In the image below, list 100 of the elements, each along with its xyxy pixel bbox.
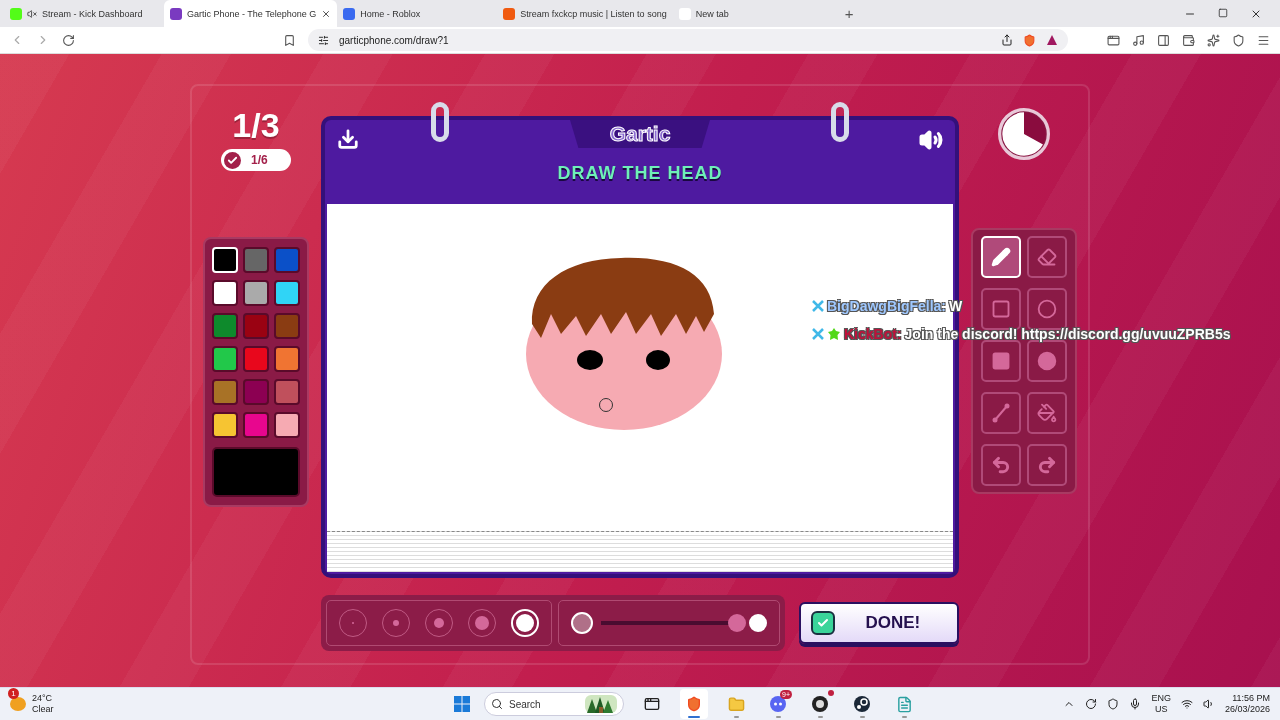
notepad-icon xyxy=(895,695,913,713)
volume-icon[interactable] xyxy=(919,128,943,152)
drawing-prompt: DRAW THE HEAD xyxy=(557,163,723,184)
paint-bucket-icon xyxy=(1037,403,1057,423)
microphone-icon[interactable] xyxy=(1129,698,1142,710)
browser-tab[interactable]: New tab xyxy=(672,0,833,27)
start-icon[interactable] xyxy=(454,696,470,712)
square-icon xyxy=(991,299,1011,319)
triangle-icon[interactable] xyxy=(1046,34,1058,46)
music-icon[interactable] xyxy=(1132,33,1145,47)
color-swatch[interactable] xyxy=(274,247,300,273)
line-icon xyxy=(991,403,1011,423)
volume-icon[interactable] xyxy=(1202,698,1215,710)
color-swatch[interactable] xyxy=(243,346,269,372)
clock-time[interactable]: 11:56 PM xyxy=(1232,693,1270,704)
record-app-icon xyxy=(811,695,829,713)
tool-button[interactable] xyxy=(981,340,1021,382)
tool-button[interactable] xyxy=(1027,392,1067,434)
close-icon[interactable] xyxy=(321,8,332,19)
color-swatch[interactable] xyxy=(274,379,300,405)
done-count: 1/6 xyxy=(251,153,268,167)
security-icon[interactable] xyxy=(1107,698,1120,710)
sword-icon xyxy=(812,328,824,340)
sidebar-icon[interactable] xyxy=(1157,33,1170,47)
tool-button[interactable] xyxy=(1027,444,1067,486)
color-swatch[interactable] xyxy=(212,379,238,405)
pencil-icon xyxy=(991,247,1011,267)
color-swatch[interactable] xyxy=(212,412,238,438)
color-swatch[interactable] xyxy=(243,412,269,438)
chat-username: KickBot: xyxy=(844,326,902,342)
color-swatch[interactable] xyxy=(243,379,269,405)
sparkles-icon[interactable] xyxy=(1207,33,1220,47)
site-icon xyxy=(343,7,356,20)
color-swatch[interactable] xyxy=(243,280,269,306)
check-icon xyxy=(811,611,836,635)
timer-icon xyxy=(998,108,1050,160)
color-swatch[interactable] xyxy=(274,313,300,339)
weather-condition: Clear xyxy=(32,704,54,715)
taskbar-search[interactable]: Search xyxy=(484,692,624,716)
sword-icon xyxy=(812,300,824,312)
reload-icon[interactable] xyxy=(62,33,75,47)
binder-ring xyxy=(431,102,449,142)
chat-username: BigDawgBigFella: xyxy=(827,298,946,314)
chat-text: W xyxy=(949,298,963,314)
done-button[interactable]: DONE! xyxy=(799,602,959,644)
tool-button[interactable] xyxy=(1027,236,1067,278)
temperature: 24°C xyxy=(32,693,53,704)
clock-date[interactable]: 26/03/2026 xyxy=(1224,704,1270,715)
browser-tab[interactable]: Stream - Kick Dashboard xyxy=(4,0,164,27)
binder-ring xyxy=(831,102,849,142)
browser-tab[interactable]: Stream fxckcp music | Listen to song xyxy=(497,0,673,27)
undo-icon xyxy=(991,455,1011,475)
color-swatch[interactable] xyxy=(212,346,238,372)
color-swatch[interactable] xyxy=(274,346,300,372)
filled-square-icon xyxy=(991,351,1011,371)
color-swatch[interactable] xyxy=(243,247,269,273)
search-icon xyxy=(491,698,503,710)
lion-shield-icon xyxy=(686,696,702,712)
low-opacity-icon xyxy=(571,612,593,634)
tool-button[interactable] xyxy=(981,444,1021,486)
tab-search-icon[interactable] xyxy=(1107,33,1120,47)
url-text: garticphone.com/draw?1 xyxy=(339,34,450,46)
lion-shield-icon[interactable] xyxy=(1023,33,1036,47)
window-icon xyxy=(644,696,660,712)
weather-icon xyxy=(10,697,26,711)
eraser-icon xyxy=(1037,247,1057,267)
maximize-icon[interactable] xyxy=(1218,7,1228,18)
region[interactable]: US xyxy=(1154,704,1168,715)
color-swatch[interactable] xyxy=(212,280,238,306)
alert-badge: 1 xyxy=(8,688,19,699)
language[interactable]: ENG xyxy=(1151,693,1171,704)
shield-icon[interactable] xyxy=(1232,33,1245,47)
game-logo: Gartic xyxy=(570,120,710,148)
color-swatch[interactable] xyxy=(243,313,269,339)
color-swatch[interactable] xyxy=(274,280,300,306)
menu-icon[interactable] xyxy=(1257,33,1270,47)
address-bar[interactable]: garticphone.com/draw?1 xyxy=(308,29,1068,51)
tool-button[interactable] xyxy=(981,392,1021,434)
site-icon xyxy=(503,7,516,20)
new-tab-button[interactable]: + xyxy=(832,5,866,22)
redo-icon xyxy=(1037,455,1057,475)
bookmark-icon[interactable] xyxy=(283,33,296,47)
browser-tab[interactable]: Home - Roblox xyxy=(337,0,498,27)
filled-circle-icon xyxy=(1037,351,1057,371)
folder-icon xyxy=(727,695,745,713)
circle-icon xyxy=(1037,299,1057,319)
share-icon[interactable] xyxy=(1001,34,1013,46)
slider-thumb[interactable] xyxy=(728,614,747,632)
chat-app-icon xyxy=(769,695,787,713)
wallet-icon[interactable] xyxy=(1182,33,1195,47)
wifi-icon[interactable] xyxy=(1180,698,1193,710)
site-icon xyxy=(10,7,22,20)
browser-tab[interactable]: Gartic Phone - The Telephone G xyxy=(164,0,338,27)
download-icon[interactable] xyxy=(337,128,359,150)
sync-icon[interactable] xyxy=(1085,698,1098,710)
color-swatch[interactable] xyxy=(212,313,238,339)
color-swatch[interactable] xyxy=(274,412,300,438)
site-icon xyxy=(170,7,182,20)
full-opacity-icon xyxy=(749,614,768,632)
site-settings-icon[interactable] xyxy=(318,34,329,46)
